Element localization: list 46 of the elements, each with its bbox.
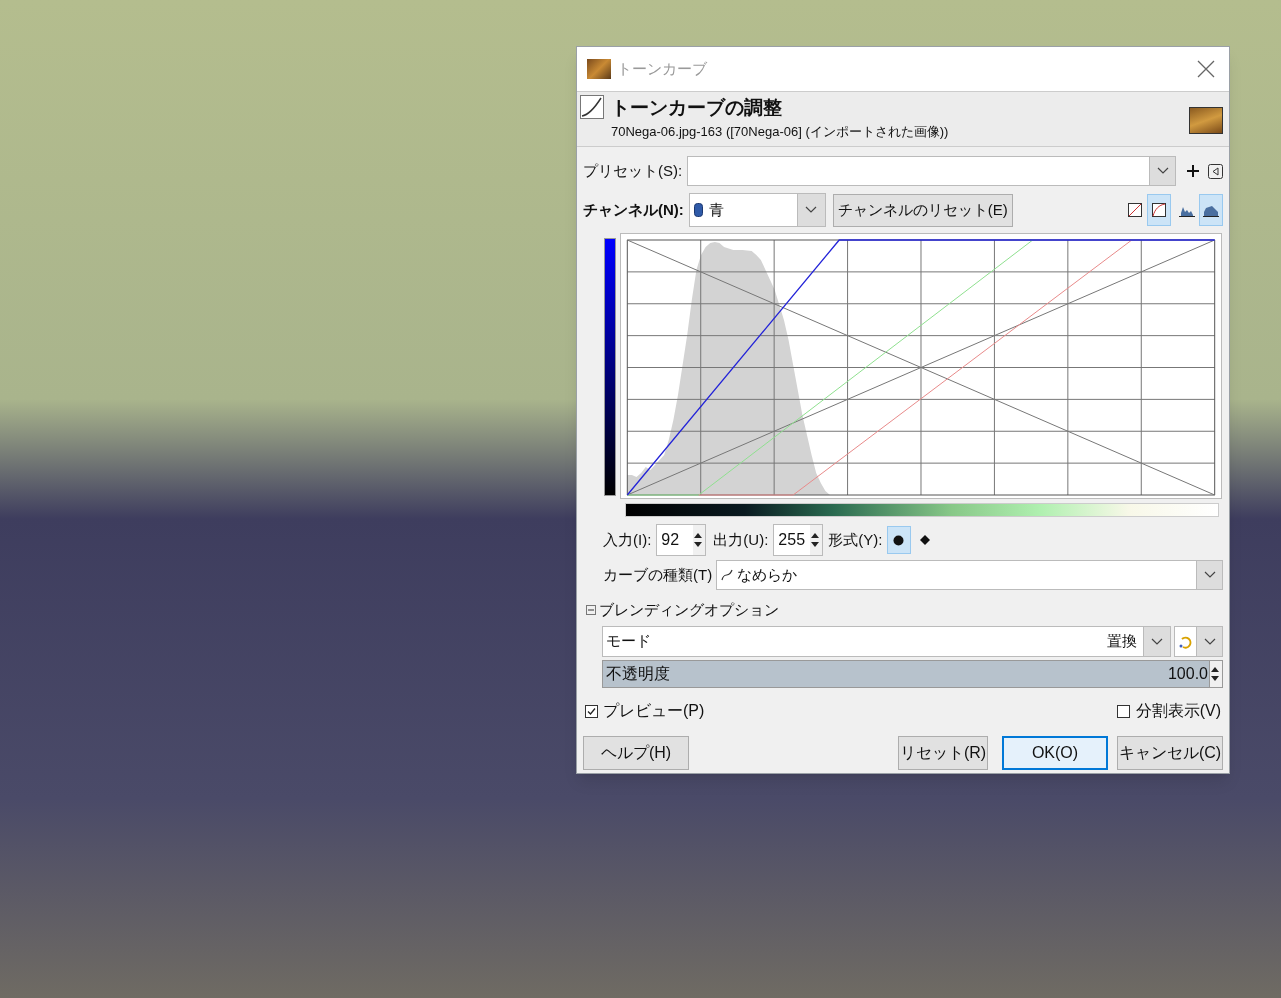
dialog-heading: トーンカーブの調整	[611, 96, 783, 120]
collapse-icon[interactable]	[586, 605, 596, 615]
dialog-button[interactable]: リセット(R)	[898, 736, 988, 770]
channel-reset-button[interactable]: チャンネルのリセット(E)	[832, 193, 1013, 227]
output-field[interactable]: 255	[773, 524, 824, 556]
spin-buttons[interactable]	[693, 525, 706, 555]
spin-buttons[interactable]	[1210, 661, 1222, 687]
channel-icon	[693, 203, 703, 217]
reset-arrow-icon	[1178, 634, 1192, 649]
dialog-button[interactable]: ヘルプ(H)	[583, 736, 689, 770]
checkbox[interactable]	[1116, 704, 1130, 718]
dialog-button[interactable]: キャンセル(C)	[1117, 736, 1223, 770]
curve-icon	[1152, 203, 1166, 217]
point-type-label: 形式(Y):	[828, 529, 883, 550]
mode-combo[interactable]: モード 置換	[602, 626, 1171, 657]
view-toggle-button[interactable]	[1199, 194, 1223, 226]
close-icon[interactable]	[1197, 60, 1215, 78]
window-title: トーンカーブ	[617, 58, 707, 79]
diamond-icon	[919, 535, 930, 545]
line-icon	[1128, 203, 1142, 217]
split-view-label[interactable]: 分割表示(V)	[1135, 699, 1221, 723]
preview-label[interactable]: プレビュー(P)	[603, 699, 705, 723]
image-name: 70Nega-06.jpg-163 ([70Nega-06] (インポートされた画像))	[611, 123, 949, 141]
view-toggle-button[interactable]	[1147, 194, 1171, 226]
menu-icon[interactable]	[1208, 163, 1223, 179]
channel-label: チャンネル(N):	[583, 199, 684, 220]
input-field[interactable]: 92	[656, 524, 707, 556]
add-icon[interactable]	[1186, 164, 1200, 178]
curve-type-label: カーブの種類(T)	[603, 564, 713, 585]
point-type-button[interactable]	[886, 526, 911, 554]
photo-thumbnail	[587, 59, 611, 79]
curve-icon	[580, 95, 604, 119]
output-label: 出力(U):	[713, 529, 769, 550]
opacity-slider[interactable]: 不透明度 100.0	[602, 660, 1210, 688]
checkbox[interactable]	[585, 704, 598, 718]
circle-icon	[893, 534, 904, 546]
dialog-button[interactable]: OK(O)	[1002, 736, 1108, 770]
spin-buttons[interactable]	[810, 525, 823, 555]
preset-label: プリセット(S):	[583, 160, 683, 181]
histogram-icon	[1203, 203, 1219, 217]
section-title: ブレンディングオプション	[599, 599, 779, 620]
smooth-curve-icon	[721, 569, 734, 581]
channel-combo[interactable]: 青	[688, 193, 826, 227]
input-label: 入力(I):	[603, 529, 652, 550]
curve-type-combo[interactable]: なめらか	[716, 560, 1223, 590]
image-preview	[1189, 107, 1223, 134]
